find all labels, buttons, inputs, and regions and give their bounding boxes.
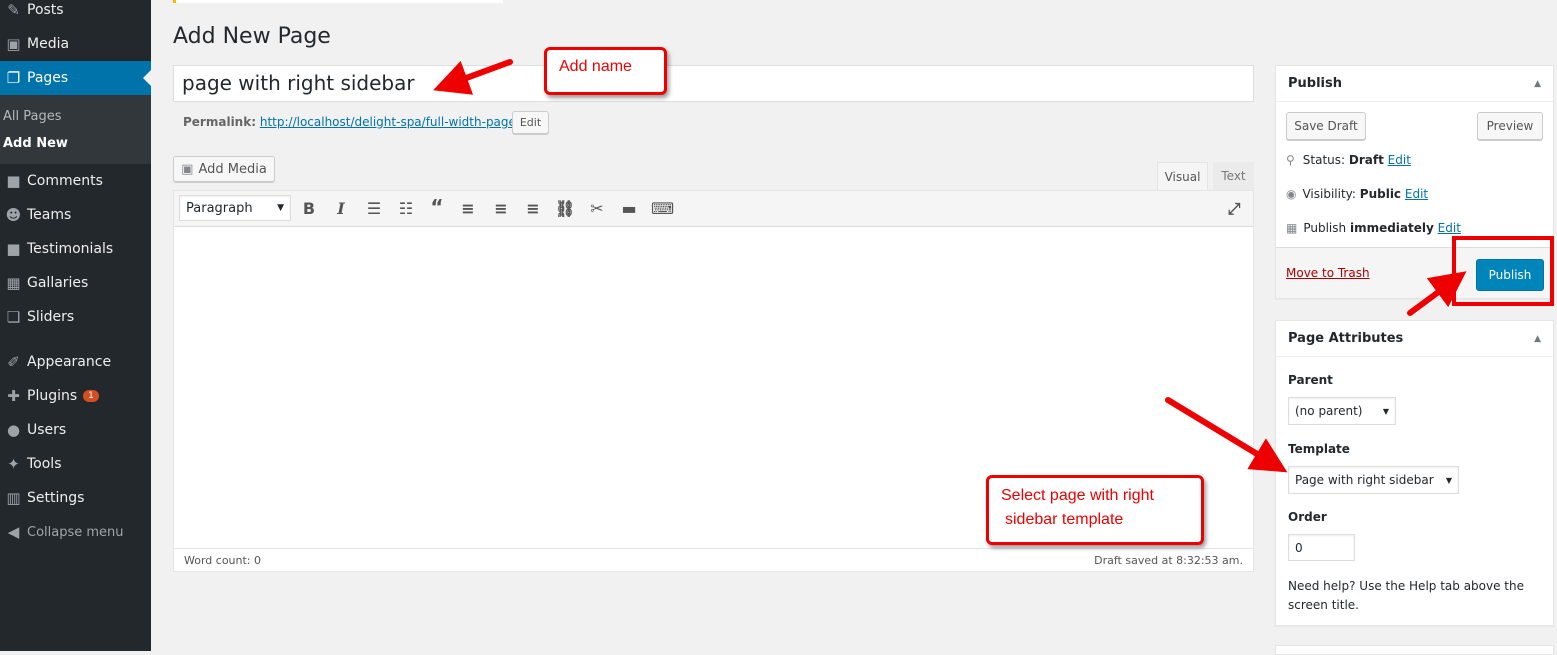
arrow-to-publish	[1407, 271, 1467, 316]
annotation-arrows	[433, 59, 1467, 473]
arrow-to-template	[1165, 397, 1288, 473]
arrow-to-title	[433, 59, 513, 95]
